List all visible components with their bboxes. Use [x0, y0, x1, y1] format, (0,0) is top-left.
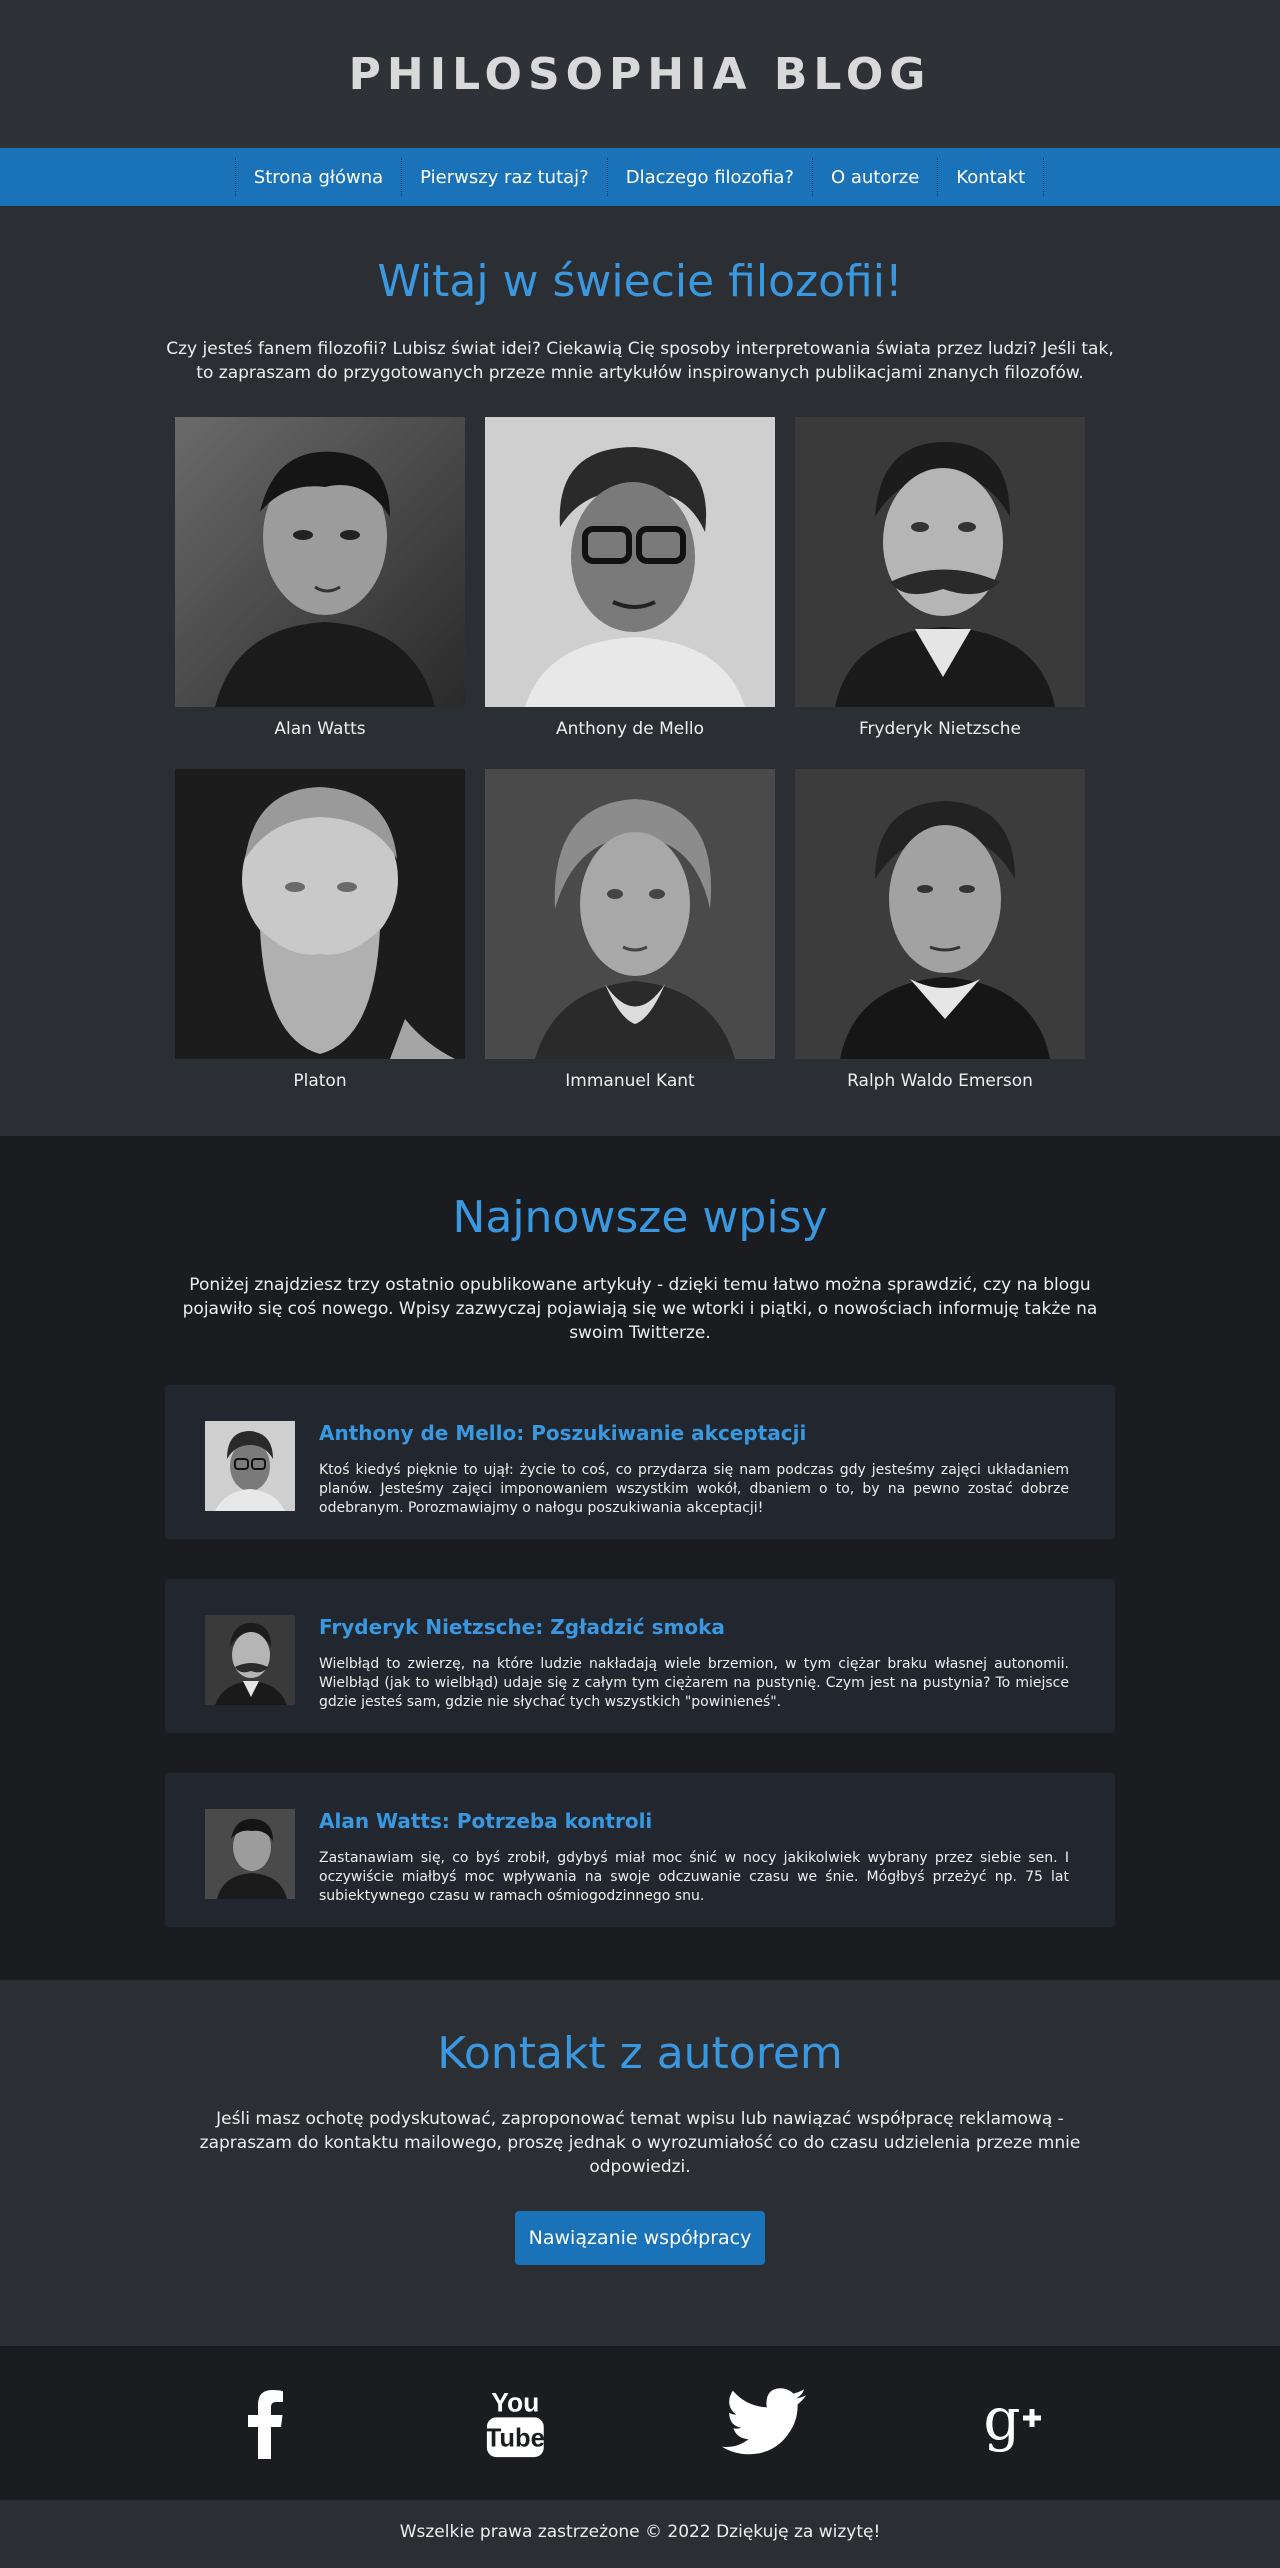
svg-text:g: g	[983, 2387, 1020, 2453]
facebook-icon	[248, 2390, 283, 2459]
site-footer: Wszelkie prawa zastrzeżone © 2022 Dzięku…	[0, 2500, 1280, 2564]
post-excerpt: Wielbłąd to zwierzę, na które ludzie nak…	[319, 1656, 1069, 1710]
twitter-link[interactable]	[640, 2387, 890, 2459]
philosopher-card: Immanuel Kant	[485, 769, 775, 1091]
nav-item-home[interactable]: Strona główna	[234, 158, 403, 196]
youtube-bottom-text: Tube	[485, 2425, 544, 2453]
philosopher-name: Platon	[293, 1071, 347, 1091]
welcome-section: Witaj w świecie filozofii! Czy jesteś fa…	[0, 206, 1280, 1136]
facebook-link[interactable]	[140, 2387, 390, 2459]
youtube-icon: You Tube	[485, 2388, 545, 2458]
philosopher-name: Fryderyk Nietzsche	[858, 719, 1022, 739]
youtube-link[interactable]: You Tube	[390, 2387, 640, 2459]
nav-list: Strona główna Pierwszy raz tutaj? Dlacze…	[234, 158, 1045, 196]
google-plus-icon: g	[983, 2387, 1041, 2453]
contact-heading: Kontakt z autorem	[437, 2028, 843, 2079]
post-item: Anthony de Mello: Poszukiwanie akceptacj…	[165, 1385, 1115, 1539]
twitter-icon	[721, 2388, 806, 2455]
cooperation-button[interactable]: Nawiązanie współpracy	[514, 2211, 766, 2265]
post-body: Alan Watts: Potrzeba kontroli Zastanawia…	[319, 1809, 1069, 1927]
philosopher-card: Ralph Waldo Emerson	[795, 769, 1085, 1091]
youtube-top-text: You	[491, 2388, 539, 2418]
posts-list: Anthony de Mello: Poszukiwanie akceptacj…	[165, 1385, 1115, 1927]
philosophers-grid: Alan Watts Anthony de Mello Fryderyk Nie…	[175, 417, 1105, 1091]
latest-posts-section: Najnowsze wpisy Poniżej znajdziesz trzy …	[0, 1136, 1280, 1980]
philosopher-name: Anthony de Mello	[555, 719, 705, 739]
philosopher-name: Immanuel Kant	[565, 1071, 695, 1091]
post-item: Fryderyk Nietzsche: Zgładzić smoka Wielb…	[165, 1579, 1115, 1733]
portrait-platon	[175, 769, 465, 1059]
site-title: PHILOSOPHIA BLOG	[348, 48, 932, 100]
philosopher-card: Anthony de Mello	[485, 417, 775, 739]
portrait-emerson	[795, 769, 1085, 1059]
post-thumbnail	[205, 1421, 295, 1511]
philosopher-card: Alan Watts	[175, 417, 465, 739]
google-plus-link[interactable]: g	[890, 2387, 1140, 2459]
welcome-heading: Witaj w świecie filozofii!	[377, 256, 903, 307]
contact-section: Kontakt z autorem Jeśli masz ochotę pody…	[0, 1980, 1280, 2346]
latest-text: Poniżej znajdziesz trzy ostatnio opublik…	[182, 1275, 1098, 1343]
philosopher-name: Alan Watts	[274, 719, 366, 739]
social-links: You Tube g	[0, 2346, 1280, 2500]
portrait-kant	[485, 769, 775, 1059]
post-title-link[interactable]: Anthony de Mello: Poszukiwanie akceptacj…	[319, 1421, 1069, 1445]
post-excerpt: Ktoś kiedyś pięknie to ujął: życie to co…	[319, 1462, 1069, 1516]
nav-item-contact[interactable]: Kontakt	[937, 158, 1045, 196]
main-nav: Strona główna Pierwszy raz tutaj? Dlacze…	[0, 148, 1280, 206]
nav-item-why-philosophy[interactable]: Dlaczego filozofia?	[606, 158, 813, 196]
nav-item-first-time[interactable]: Pierwszy raz tutaj?	[401, 158, 608, 196]
portrait-alan-watts	[175, 417, 465, 707]
philosopher-card: Fryderyk Nietzsche	[795, 417, 1085, 739]
post-body: Anthony de Mello: Poszukiwanie akceptacj…	[319, 1421, 1069, 1539]
philosopher-card: Platon	[175, 769, 465, 1091]
nav-item-about[interactable]: O autorze	[811, 158, 939, 196]
post-body: Fryderyk Nietzsche: Zgładzić smoka Wielb…	[319, 1615, 1069, 1733]
contact-text: Jeśli masz ochotę podyskutować, zapropon…	[199, 2109, 1081, 2177]
portrait-anthony-de-mello	[485, 417, 775, 707]
welcome-text: Czy jesteś fanem filozofii? Lubisz świat…	[166, 339, 1114, 383]
footer-text: Wszelkie prawa zastrzeżone © 2022 Dzięku…	[399, 2522, 881, 2542]
post-title-link[interactable]: Alan Watts: Potrzeba kontroli	[319, 1809, 1069, 1833]
portrait-nietzsche	[795, 417, 1085, 707]
post-item: Alan Watts: Potrzeba kontroli Zastanawia…	[165, 1773, 1115, 1927]
philosopher-name: Ralph Waldo Emerson	[847, 1071, 1033, 1091]
post-title-link[interactable]: Fryderyk Nietzsche: Zgładzić smoka	[319, 1615, 1069, 1639]
latest-heading: Najnowsze wpisy	[452, 1192, 828, 1243]
post-thumbnail	[205, 1809, 295, 1899]
post-excerpt: Zastanawiam się, co byś zrobił, gdybyś m…	[319, 1850, 1069, 1904]
post-thumbnail	[205, 1615, 295, 1705]
site-header: PHILOSOPHIA BLOG	[0, 0, 1280, 148]
